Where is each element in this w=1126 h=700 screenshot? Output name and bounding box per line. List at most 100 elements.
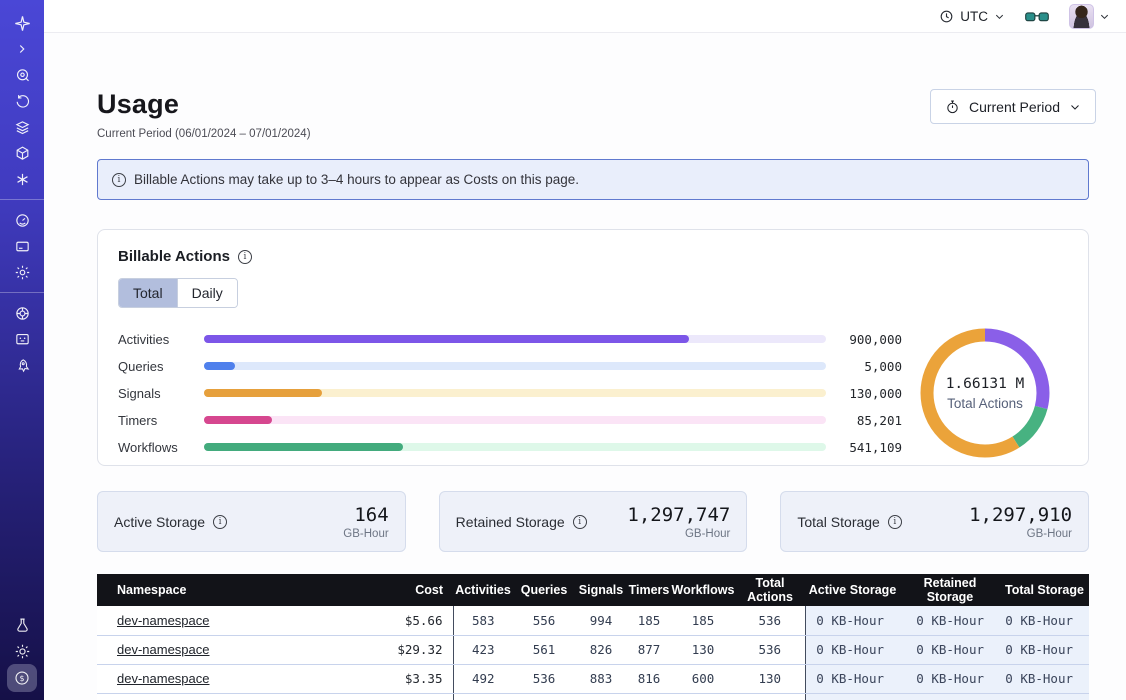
billing-card-icon[interactable] [7, 233, 37, 259]
glasses-icon[interactable] [1025, 9, 1049, 24]
info-banner: i Billable Actions may take up to 3–4 ho… [97, 159, 1089, 200]
page-subtitle: Current Period (06/01/2024 – 07/01/2024) [97, 128, 311, 140]
bar-chart: Activities 900,000 Queries 5,000 Signals… [118, 326, 902, 461]
period-dropdown-button[interactable]: Current Period [930, 89, 1096, 124]
deployments-layers-icon[interactable] [7, 114, 37, 140]
bar-label: Timers [118, 413, 204, 428]
namespace-link[interactable]: dev-namespace [117, 671, 210, 686]
bar-value: 541,109 [840, 440, 902, 455]
namespace-link[interactable]: dev-namespace [117, 613, 210, 628]
tab-total[interactable]: Total [119, 279, 177, 307]
col-namespace[interactable]: Namespace [97, 574, 327, 606]
queries-cell: 556 [513, 606, 575, 635]
info-icon[interactable]: i [213, 515, 227, 529]
svg-text:$: $ [19, 674, 24, 683]
bar-label: Queries [118, 359, 204, 374]
storage-card-label: Total Storage [797, 514, 880, 530]
labs-flask-icon[interactable] [7, 612, 37, 638]
storage-card-unit: GB-Hour [969, 528, 1072, 540]
col-active-storage[interactable]: Active Storage [805, 574, 900, 606]
queries-cell: 536 [513, 664, 575, 693]
support-lifebuoy-icon[interactable] [7, 300, 37, 326]
total-storage-cell: 0 KB-Hour [1000, 606, 1089, 635]
col-queries[interactable]: Queries [513, 574, 575, 606]
signals-cell: 826 [575, 635, 627, 664]
feedback-monitor-icon[interactable] [7, 326, 37, 352]
billable-tabs: Total Daily [118, 278, 238, 308]
bar-fill [204, 335, 689, 343]
theme-sun-icon[interactable] [7, 638, 37, 664]
bar-fill [204, 362, 235, 370]
col-retained-storage[interactable]: Retained Storage [900, 574, 1000, 606]
info-icon[interactable]: i [573, 515, 587, 529]
batch-operations-icon[interactable] [7, 166, 37, 192]
bar-track [204, 416, 826, 424]
col-cost[interactable]: Cost [327, 574, 453, 606]
total-actions-cell: 536 [735, 635, 805, 664]
banner-text: Billable Actions may take up to 3–4 hour… [134, 172, 579, 187]
bar-fill [204, 443, 403, 451]
table-row-partial [97, 693, 1089, 700]
main-content: Usage Current Period (06/01/2024 – 07/01… [44, 33, 1126, 700]
col-total-storage[interactable]: Total Storage [1000, 574, 1089, 606]
account-menu[interactable] [1069, 4, 1110, 29]
billable-actions-card: Billable Actions i Total Daily Activitie… [97, 229, 1089, 466]
storage-card-value: 164 [343, 504, 388, 526]
retained-storage-cell: 0 KB-Hour [900, 664, 1000, 693]
retained-storage-card: Retained Storagei 1,297,747GB-Hour [439, 491, 748, 552]
period-button-label: Current Period [969, 99, 1060, 115]
info-icon[interactable]: i [238, 250, 252, 264]
chevron-down-icon [1099, 11, 1110, 22]
bar-track [204, 362, 826, 370]
bar-row-signals: Signals 130,000 [118, 380, 902, 407]
stopwatch-icon [945, 99, 960, 115]
total-storage-cell: 0 KB-Hour [1000, 664, 1089, 693]
timers-cell: 816 [627, 664, 671, 693]
expand-chevron-icon[interactable] [7, 36, 37, 62]
timezone-label: UTC [960, 9, 988, 24]
tab-daily[interactable]: Daily [177, 279, 237, 307]
usage-gauge-icon[interactable] [7, 207, 37, 233]
sidebar-divider [0, 199, 44, 200]
usage-dollar-icon[interactable]: $ [7, 664, 37, 692]
bar-fill [204, 416, 272, 424]
topbar: UTC [44, 0, 1126, 33]
total-actions-cell: 536 [735, 606, 805, 635]
cost-cell: $3.35 [327, 664, 453, 693]
col-signals[interactable]: Signals [575, 574, 627, 606]
temporal-logo-icon[interactable] [7, 10, 37, 36]
col-timers[interactable]: Timers [627, 574, 671, 606]
archive-cube-icon[interactable] [7, 140, 37, 166]
getting-started-rocket-icon[interactable] [7, 352, 37, 378]
workflows-cell: 185 [671, 606, 735, 635]
namespace-usage-table: Namespace Cost Activities Queries Signal… [97, 574, 1089, 700]
bar-value: 130,000 [840, 386, 902, 401]
activities-cell: 583 [453, 606, 513, 635]
col-workflows[interactable]: Workflows [671, 574, 735, 606]
total-storage-card: Total Storagei 1,297,910GB-Hour [780, 491, 1089, 552]
avatar[interactable] [1069, 4, 1094, 29]
bar-value: 900,000 [840, 332, 902, 347]
col-activities[interactable]: Activities [453, 574, 513, 606]
timers-cell: 185 [627, 606, 671, 635]
settings-gear-icon[interactable] [7, 259, 37, 285]
sidebar-bottom-group: $ [7, 612, 37, 692]
storage-card-value: 1,297,747 [627, 504, 730, 526]
sidebar: $ [0, 0, 44, 700]
schedules-icon[interactable] [7, 88, 37, 114]
timezone-selector[interactable]: UTC [939, 9, 1005, 24]
col-total-actions[interactable]: Total Actions [735, 574, 805, 606]
storage-card-unit: GB-Hour [343, 528, 388, 540]
active-storage-card: Active Storagei 164GB-Hour [97, 491, 406, 552]
table-row: dev-namespace $3.35 492 536 883 816 600 … [97, 664, 1089, 693]
namespace-link[interactable]: dev-namespace [117, 642, 210, 657]
bar-value: 85,201 [840, 413, 902, 428]
bar-track [204, 443, 826, 451]
storage-summary-row: Active Storagei 164GB-Hour Retained Stor… [97, 491, 1089, 552]
workflows-icon[interactable] [7, 62, 37, 88]
storage-card-label: Retained Storage [456, 514, 565, 530]
total-actions-cell: 130 [735, 664, 805, 693]
active-storage-cell: 0 KB-Hour [805, 635, 900, 664]
info-icon[interactable]: i [888, 515, 902, 529]
retained-storage-cell: 0 KB-Hour [900, 635, 1000, 664]
